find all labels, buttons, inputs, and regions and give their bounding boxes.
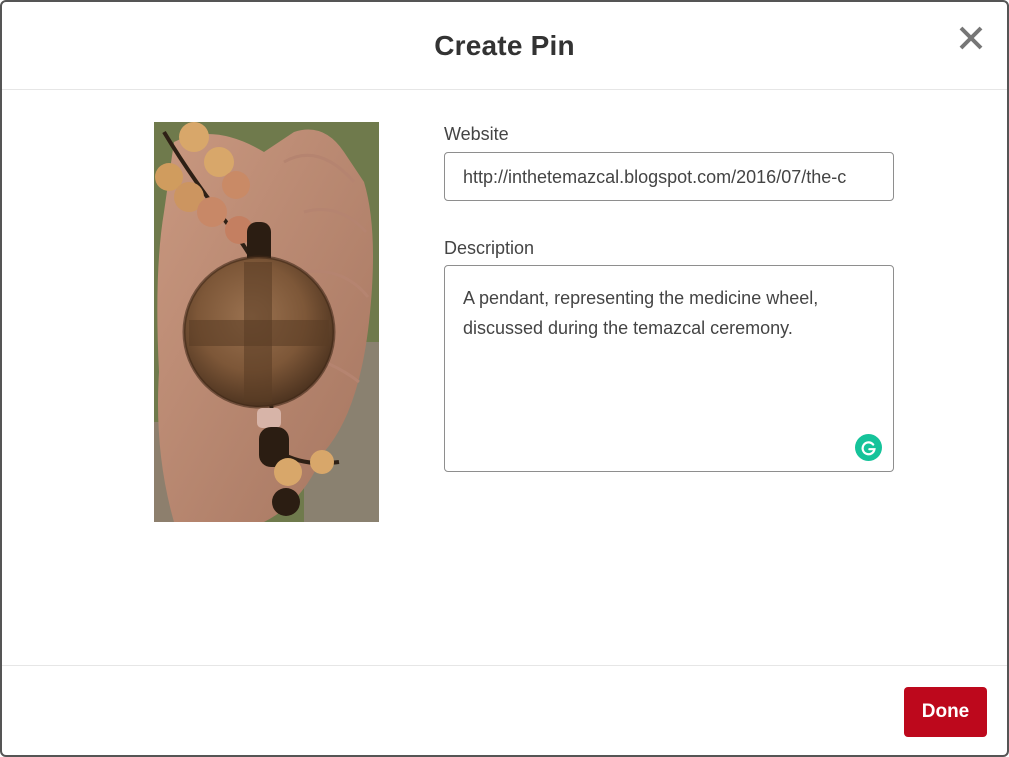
grammarly-button[interactable] [855, 434, 882, 461]
dialog-footer: Done [2, 665, 1007, 755]
description-label: Description [444, 238, 535, 258]
pendant-photo [154, 122, 379, 522]
close-icon [959, 26, 983, 50]
create-pin-dialog: Create Pin Website http://inthetemazcal.… [0, 0, 1009, 757]
website-label: Website [444, 124, 509, 144]
description-textarea[interactable]: A pendant, representing the medicine whe… [444, 265, 894, 472]
dialog-title: Create Pin [434, 30, 575, 61]
grammarly-icon [861, 441, 876, 456]
website-input[interactable]: http://inthetemazcal.blogspot.com/2016/0… [444, 152, 894, 201]
dialog-header: Create Pin [2, 2, 1007, 90]
pin-image [154, 122, 379, 522]
done-button[interactable]: Done [904, 687, 987, 737]
close-button[interactable] [955, 22, 987, 54]
